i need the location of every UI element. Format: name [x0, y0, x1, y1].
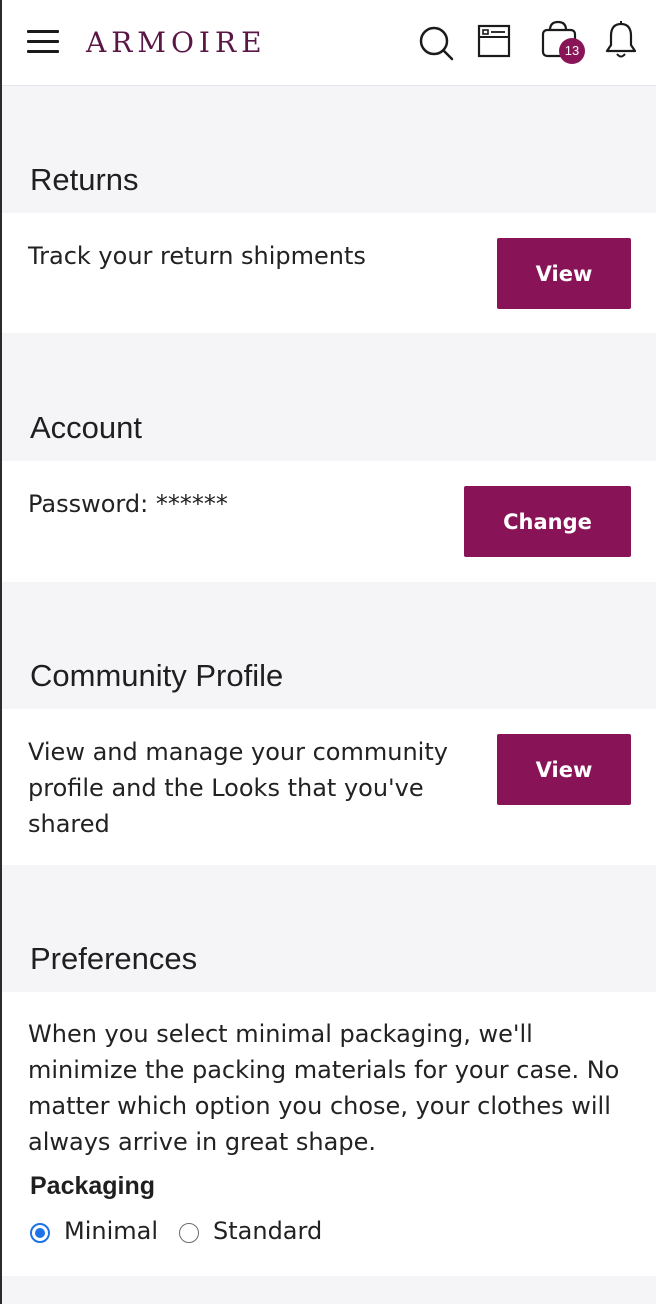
- account-card: Password: ****** Change: [2, 461, 656, 582]
- search-icon[interactable]: [418, 20, 454, 62]
- returns-title: Returns: [30, 162, 139, 197]
- packaging-label: Packaging: [30, 1172, 156, 1200]
- returns-card: Track your return shipments View: [2, 213, 656, 333]
- community-profile-title: Community Profile: [30, 658, 284, 693]
- community-description: View and manage your community profile a…: [28, 738, 448, 838]
- closet-icon[interactable]: [477, 20, 511, 60]
- standard-radio[interactable]: [179, 1223, 199, 1243]
- account-title: Account: [30, 410, 143, 445]
- password-label: Password: ******: [28, 490, 228, 518]
- minimal-radio-label[interactable]: Minimal: [64, 1217, 158, 1245]
- returns-view-button[interactable]: View: [497, 238, 631, 309]
- bell-icon[interactable]: [604, 20, 638, 60]
- change-password-button[interactable]: Change: [464, 486, 631, 557]
- returns-description: Track your return shipments: [28, 242, 366, 270]
- menu-icon[interactable]: [27, 28, 61, 56]
- community-view-button[interactable]: View: [497, 734, 631, 805]
- minimal-radio[interactable]: [30, 1223, 50, 1243]
- armoire-logo[interactable]: ARMOIRE: [86, 24, 267, 62]
- standard-radio-label[interactable]: Standard: [213, 1217, 322, 1245]
- packaging-description: When you select minimal packaging, we'll…: [28, 1020, 620, 1156]
- top-header: ARMOIRE 13: [2, 0, 656, 86]
- community-card: View and manage your community profile a…: [2, 709, 656, 865]
- cart-count-badge: 13: [559, 38, 585, 64]
- preferences-title: Preferences: [30, 941, 198, 976]
